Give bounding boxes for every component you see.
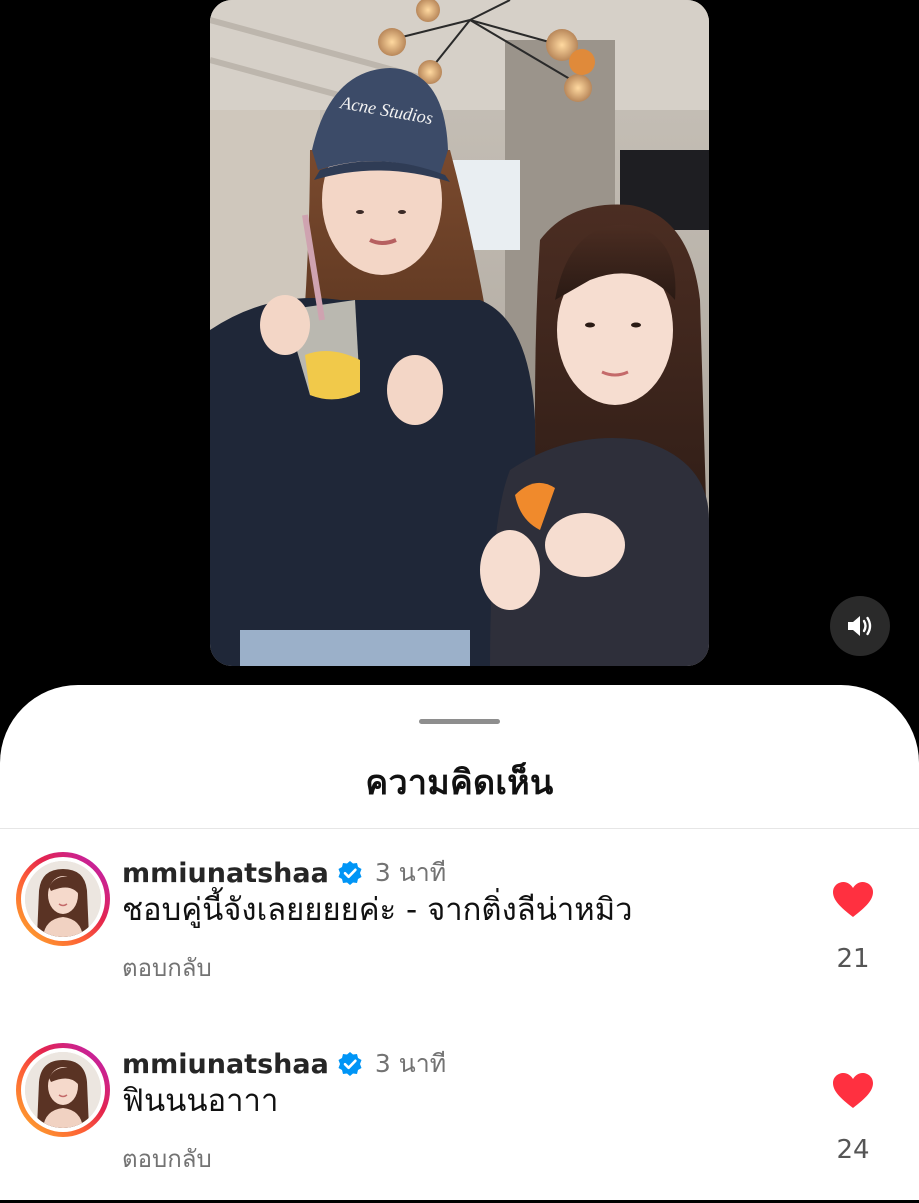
sheet-divider	[0, 828, 919, 829]
avatar[interactable]	[16, 852, 110, 946]
comment-text: ฟินนนอาาา	[122, 1083, 279, 1119]
comment-username[interactable]: mmiunatshaa	[122, 858, 329, 889]
avatar-photo	[25, 861, 101, 937]
comment-item: mmiunatshaa 3 นาที ฟินนนอาาา ตอบกลับ 24	[0, 1043, 919, 1203]
like-count: 21	[836, 944, 870, 974]
comment-username[interactable]: mmiunatshaa	[122, 1049, 329, 1080]
video-frame[interactable]: Acne Studios	[210, 0, 709, 666]
heart-icon[interactable]	[832, 881, 874, 919]
heart-icon[interactable]	[832, 1072, 874, 1110]
avatar-photo	[25, 1052, 101, 1128]
video-still-image: Acne Studios	[210, 0, 709, 666]
avatar[interactable]	[16, 1043, 110, 1137]
reply-button[interactable]: ตอบกลับ	[122, 1139, 212, 1178]
sound-toggle-button[interactable]	[830, 596, 890, 656]
comment-timestamp: 3 นาที	[374, 1049, 447, 1078]
speaker-icon	[848, 616, 872, 636]
comment-timestamp: 3 นาที	[374, 858, 447, 887]
sheet-drag-handle[interactable]	[419, 719, 500, 724]
video-player[interactable]: Acne Studios	[0, 0, 919, 700]
comment-text: ชอบคู่นี้จังเลยยยยค่ะ - จากติ่งลีน่าหมิว	[122, 892, 633, 928]
like-count: 24	[836, 1135, 870, 1165]
reply-button[interactable]: ตอบกลับ	[122, 948, 212, 987]
comments-sheet: ความคิดเห็น mmiunatshaa 3 นาที ชอบคู่นี้…	[0, 685, 919, 1200]
verified-badge-icon	[338, 1052, 362, 1076]
sheet-title: ความคิดเห็น	[365, 763, 554, 803]
comment-item: mmiunatshaa 3 นาที ชอบคู่นี้จังเลยยยยค่ะ…	[0, 852, 919, 1012]
verified-badge-icon	[338, 861, 362, 885]
